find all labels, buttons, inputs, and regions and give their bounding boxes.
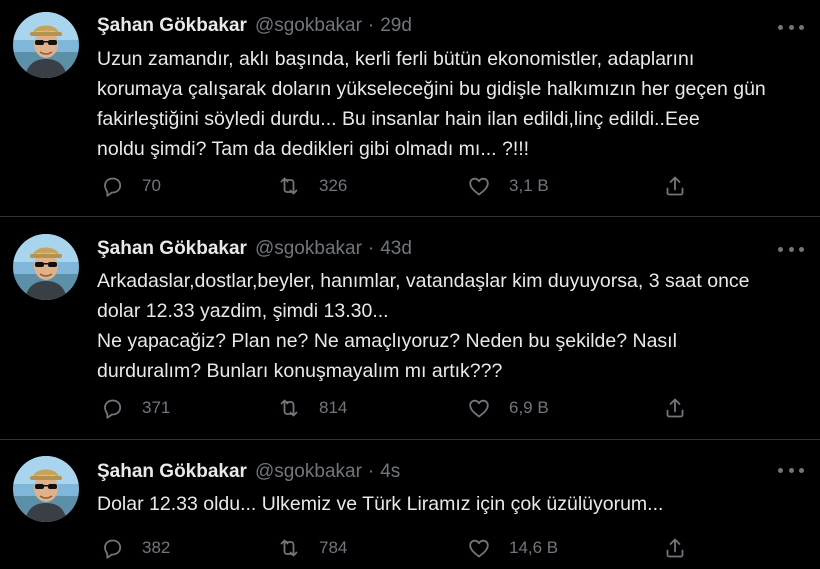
more-icon[interactable] bbox=[778, 22, 804, 32]
avatar[interactable] bbox=[13, 234, 79, 300]
retweet-button[interactable]: 814 bbox=[277, 395, 347, 421]
retweet-button[interactable]: 784 bbox=[277, 535, 347, 561]
tweet[interactable]: Şahan Gökbakar @sgokbakar · 43d Arkadasl… bbox=[0, 217, 820, 440]
tweet-actions: 70 326 3,1 B bbox=[97, 173, 717, 199]
more-icon[interactable] bbox=[778, 244, 804, 254]
like-count: 14,6 B bbox=[509, 538, 559, 557]
retweet-count: 814 bbox=[319, 398, 348, 417]
like-button[interactable]: 3,1 B bbox=[467, 173, 549, 199]
tweet-feed: Şahan Gökbakar @sgokbakar · 29d Uzun zam… bbox=[0, 0, 820, 569]
like-button[interactable]: 14,6 B bbox=[467, 535, 558, 561]
reply-icon bbox=[104, 399, 122, 419]
retweet-icon bbox=[280, 177, 298, 195]
author-name[interactable]: Şahan Gökbakar bbox=[97, 15, 247, 37]
tweet-text: Dolar 12.33 oldu... Ulkemiz ve Türk Lira… bbox=[97, 493, 664, 515]
avatar-image bbox=[13, 456, 79, 522]
author-handle[interactable]: @sgokbakar bbox=[255, 238, 362, 260]
like-count: 6,9 B bbox=[509, 398, 549, 417]
share-button[interactable] bbox=[663, 535, 687, 561]
reply-count: 382 bbox=[142, 538, 171, 557]
retweet-icon bbox=[280, 399, 298, 417]
heart-icon bbox=[469, 177, 489, 196]
tweet-actions: 382 784 14,6 B bbox=[97, 535, 717, 561]
separator: · bbox=[367, 461, 375, 482]
share-icon bbox=[666, 176, 684, 196]
share-icon bbox=[666, 538, 684, 558]
reply-button[interactable]: 382 bbox=[100, 535, 170, 561]
separator: · bbox=[367, 238, 375, 259]
tweet-time[interactable]: 43d bbox=[380, 238, 412, 260]
tweet[interactable]: Şahan Gökbakar @sgokbakar · 4s Dolar 12.… bbox=[0, 440, 820, 569]
share-icon bbox=[666, 398, 684, 418]
author-name[interactable]: Şahan Gökbakar bbox=[97, 238, 247, 260]
retweet-count: 326 bbox=[319, 176, 348, 195]
reply-count: 371 bbox=[142, 398, 171, 417]
retweet-button[interactable]: 326 bbox=[277, 173, 347, 199]
author-handle[interactable]: @sgokbakar bbox=[255, 461, 362, 483]
tweet-header: Şahan Gökbakar @sgokbakar · 43d bbox=[97, 236, 412, 262]
reply-count: 70 bbox=[142, 176, 161, 195]
like-count: 3,1 B bbox=[509, 176, 549, 195]
tweet-text: Uzun zamandır, aklı başında, kerli ferli… bbox=[97, 48, 766, 160]
retweet-count: 784 bbox=[319, 538, 348, 557]
author-name[interactable]: Şahan Gökbakar bbox=[97, 461, 247, 483]
tweet-time[interactable]: 4s bbox=[380, 461, 400, 483]
tweet-header: Şahan Gökbakar @sgokbakar · 4s bbox=[97, 459, 400, 485]
retweet-icon bbox=[280, 539, 298, 557]
author-handle[interactable]: @sgokbakar bbox=[255, 15, 362, 37]
tweet-header: Şahan Gökbakar @sgokbakar · 29d bbox=[97, 13, 412, 39]
separator: · bbox=[367, 15, 375, 36]
share-button[interactable] bbox=[663, 395, 687, 421]
avatar-image bbox=[13, 234, 79, 300]
share-button[interactable] bbox=[663, 173, 687, 199]
tweet-time[interactable]: 29d bbox=[380, 15, 412, 37]
reply-icon bbox=[104, 539, 122, 559]
avatar-image bbox=[13, 12, 79, 78]
tweet-text: Arkadaslar,dostlar,beyler, hanımlar, vat… bbox=[97, 270, 750, 382]
like-button[interactable]: 6,9 B bbox=[467, 395, 549, 421]
reply-button[interactable]: 70 bbox=[100, 173, 161, 199]
tweet[interactable]: Şahan Gökbakar @sgokbakar · 29d Uzun zam… bbox=[0, 0, 820, 217]
avatar[interactable] bbox=[13, 12, 79, 78]
tweet-actions: 371 814 6,9 B bbox=[97, 395, 717, 421]
heart-icon bbox=[469, 539, 489, 558]
more-icon[interactable] bbox=[778, 465, 804, 475]
reply-icon bbox=[104, 177, 122, 197]
reply-button[interactable]: 371 bbox=[100, 395, 170, 421]
avatar[interactable] bbox=[13, 456, 79, 522]
heart-icon bbox=[469, 399, 489, 418]
